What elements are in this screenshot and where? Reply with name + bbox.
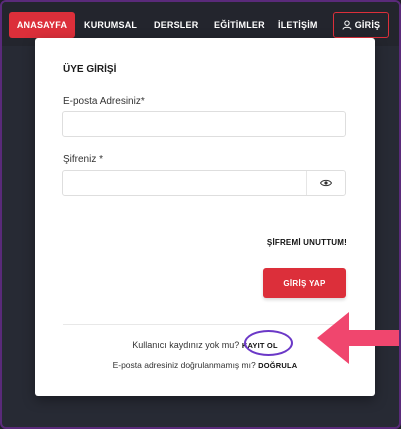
eye-icon xyxy=(319,174,333,192)
login-button[interactable]: GİRİŞ YAP xyxy=(263,268,346,298)
email-field[interactable] xyxy=(62,111,346,137)
password-toggle-button[interactable] xyxy=(306,171,345,195)
email-label: E-posta Adresiniz* xyxy=(63,96,145,107)
forgot-password-link[interactable]: ŞİFREMİ UNUTTUM! xyxy=(267,238,347,247)
divider xyxy=(63,324,347,325)
password-field[interactable] xyxy=(62,170,346,196)
nav-trainings[interactable]: EĞİTİMLER xyxy=(214,12,265,38)
app-frame: ANASAYFA KURUMSAL DERSLER EĞİTİMLER İLET… xyxy=(0,0,401,429)
password-label: Şifreniz * xyxy=(63,154,104,165)
nav-home[interactable]: ANASAYFA xyxy=(9,12,75,38)
verify-link[interactable]: DOĞRULA xyxy=(258,361,297,370)
arrow-left-icon xyxy=(317,312,399,364)
nav-login-label: GİRİŞ xyxy=(354,20,381,30)
nav-corporate[interactable]: KURUMSAL xyxy=(84,12,137,38)
nav-contact[interactable]: İLETİŞİM xyxy=(278,12,318,38)
annotation-circle xyxy=(244,330,293,356)
no-account-text: Kullanıcı kaydınız yok mu? xyxy=(132,340,240,350)
user-icon xyxy=(342,20,352,30)
nav-lessons[interactable]: DERSLER xyxy=(154,12,198,38)
not-verified-text: E-posta adresiniz doğrulanmamış mı? xyxy=(112,360,256,370)
modal-title: ÜYE GİRİŞİ xyxy=(63,64,117,75)
nav-login-button[interactable]: GİRİŞ xyxy=(333,12,389,38)
